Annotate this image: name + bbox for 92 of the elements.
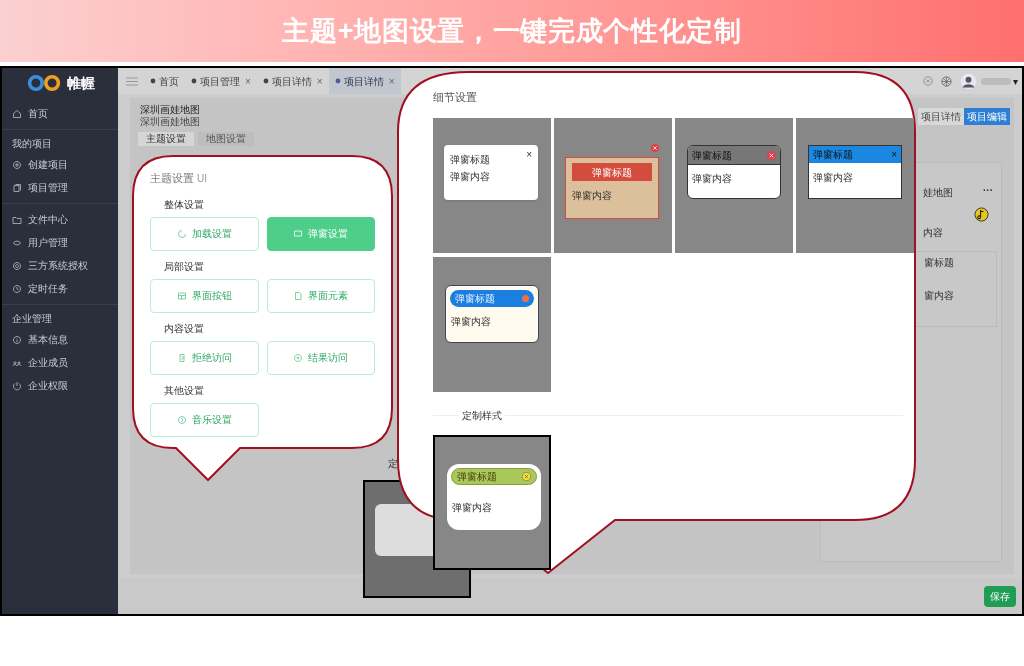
close-icon[interactable]: × xyxy=(245,73,251,89)
settings-icon xyxy=(941,75,952,87)
popup-title: 弹窗标题 xyxy=(457,470,497,484)
section-heading: 我的项目 xyxy=(11,137,52,151)
caret-icon[interactable]: ▾ xyxy=(1013,73,1018,89)
tab[interactable]: 项目管理 × xyxy=(185,68,257,94)
tab[interactable]: 项目详情 × xyxy=(256,68,329,94)
close-icon[interactable]: × xyxy=(526,147,532,162)
popup-text: 弹窗内容 xyxy=(813,171,853,185)
popup-text: 弹窗内容 xyxy=(572,189,612,203)
menu-item-icon xyxy=(12,108,22,119)
popup-title: 弹窗标题 xyxy=(813,148,853,162)
popup-text: 弹窗内容 xyxy=(452,501,492,515)
sidebar-item[interactable]: 三方系统授权 xyxy=(2,254,118,277)
sidebar-item[interactable]: 定时任务 xyxy=(2,277,118,300)
section-heading: 整体设置 xyxy=(164,197,204,212)
menu-item-icon xyxy=(12,182,22,193)
close-icon xyxy=(923,76,933,86)
close-icon xyxy=(767,150,776,160)
menu-item-icon xyxy=(12,283,22,294)
sidebar-item[interactable]: 创建项目 xyxy=(2,153,118,176)
popup-title: 弹窗标题 xyxy=(450,153,490,167)
menu-item-icon xyxy=(12,214,22,225)
section-heading: 局部设置 xyxy=(164,259,204,274)
menu-item-icon xyxy=(12,260,22,271)
close-icon[interactable]: × xyxy=(316,73,323,89)
menu-item-icon xyxy=(12,159,22,170)
option-icon xyxy=(176,414,187,425)
preview-card[interactable]: 弹窗标题 弹窗内容 xyxy=(554,118,672,253)
tab-icon xyxy=(334,78,341,84)
logo-icon xyxy=(25,74,63,92)
tab-icon xyxy=(150,78,156,84)
panel-title: 细节设置 xyxy=(433,90,477,105)
menu-item-icon xyxy=(12,334,22,345)
preview-text: 窗内容 xyxy=(924,289,954,303)
logo-text: 帷幄 xyxy=(67,73,95,93)
popup-title: 弹窗标题 xyxy=(572,163,652,181)
preview-card[interactable]: 弹窗标题 弹窗内容 xyxy=(675,118,793,253)
music-note-icon xyxy=(974,207,989,222)
close-icon xyxy=(651,144,659,152)
panel-title: 娃地图 xyxy=(923,186,953,200)
popup-text: 弹窗内容 xyxy=(451,315,491,329)
popup-title: 弹窗标题 xyxy=(692,148,732,163)
close-icon xyxy=(522,472,531,481)
sidebar-item[interactable]: 首页 xyxy=(2,102,118,125)
view-tab[interactable]: 项目详情 xyxy=(918,108,964,125)
option-icon xyxy=(293,228,304,239)
section-heading: 定 xyxy=(388,457,398,471)
section-heading: 其他设置 xyxy=(164,383,204,398)
settings-tab[interactable]: 主题设置 xyxy=(138,132,194,146)
sidebar-item[interactable]: 用户管理 xyxy=(2,231,118,254)
tab-icon xyxy=(262,78,269,84)
option-icon xyxy=(176,228,187,239)
banner-title: 主题+地图设置，一键完成个性化定制 xyxy=(282,14,742,48)
project-subtitle: 深圳画娃地图 xyxy=(140,116,200,128)
option-icon xyxy=(293,352,304,363)
avatar-icon xyxy=(960,72,977,90)
popup-text: 弹窗内容 xyxy=(450,170,490,184)
sidebar-item[interactable]: 基本信息 xyxy=(2,328,118,351)
preview-title: 窗标题 xyxy=(924,256,954,270)
option-icon xyxy=(293,290,304,301)
tab-icon xyxy=(191,78,197,84)
more-icon[interactable]: ··· xyxy=(983,183,993,198)
section-heading: 内容设置 xyxy=(164,321,204,336)
close-icon[interactable]: × xyxy=(388,73,395,89)
sidebar-item[interactable]: 企业权限 xyxy=(2,374,118,397)
sidebar-item[interactable]: 文件中心 xyxy=(2,208,118,231)
section-heading: 企业管理 xyxy=(11,312,52,326)
settings-tab[interactable]: 地图设置 xyxy=(198,132,254,146)
option-icon xyxy=(176,290,187,301)
panel-title-suffix: UI xyxy=(197,172,207,186)
option-icon xyxy=(176,352,187,363)
preview-card[interactable]: 弹窗标题 弹窗内容 xyxy=(433,435,551,570)
blurred-name xyxy=(981,77,1011,85)
section-heading: 定制样式 xyxy=(461,409,503,423)
preview-card[interactable]: 弹窗标题 × 弹窗内容 xyxy=(433,118,551,253)
project-title: 深圳画娃地图 xyxy=(140,104,200,116)
preview-card[interactable]: 弹窗标题 × 弹窗内容 xyxy=(796,118,914,253)
close-icon[interactable]: × xyxy=(891,147,897,162)
menu-icon xyxy=(126,76,138,86)
panel-title: 主题设置 xyxy=(150,171,194,186)
tab[interactable]: 首页 xyxy=(144,68,185,94)
sidebar-item[interactable]: 企业成员 xyxy=(2,351,118,374)
popup-text: 弹窗内容 xyxy=(692,172,732,186)
menu-item-icon xyxy=(12,380,22,391)
sidebar-item[interactable]: 项目管理 xyxy=(2,176,118,199)
close-icon xyxy=(522,295,529,302)
view-tab[interactable]: 项目编辑 xyxy=(964,108,1010,125)
preview-card[interactable]: 弹窗标题 弹窗内容 xyxy=(433,257,551,392)
popup-title: 弹窗标题 xyxy=(455,292,495,306)
panel-text: 内容 xyxy=(923,226,943,240)
tab[interactable]: 项目详情 × xyxy=(328,68,401,94)
